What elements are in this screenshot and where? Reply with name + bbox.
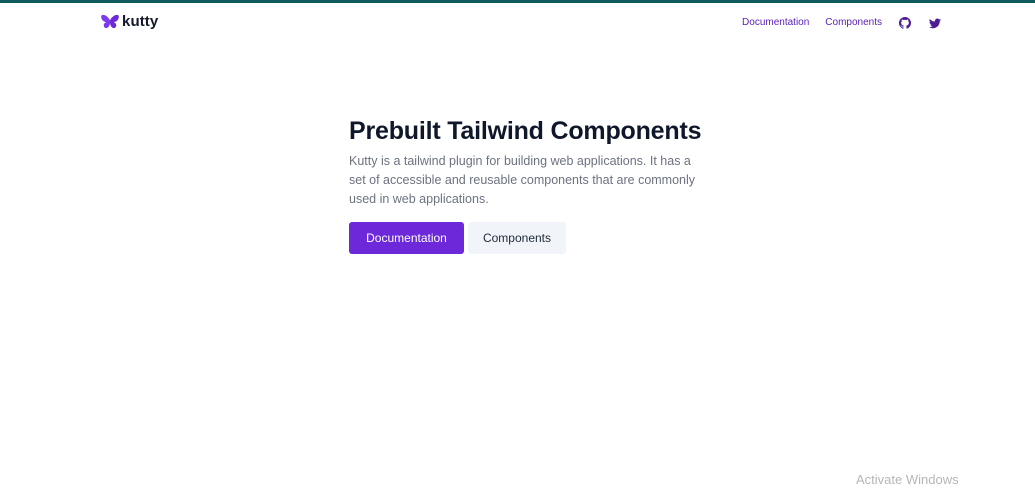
nav-link-components[interactable]: Components [825, 16, 882, 30]
components-button[interactable]: Components [468, 222, 566, 254]
butterfly-icon [101, 14, 119, 30]
brand-name: kutty [122, 13, 159, 30]
hero-actions: Documentation Components [349, 222, 719, 254]
top-navbar: kutty Documentation Components [0, 3, 1035, 41]
hero-description: Kutty is a tailwind plugin for building … [349, 154, 696, 206]
twitter-icon[interactable] [928, 16, 942, 30]
hero-section: Prebuilt Tailwind Components Kutty is a … [349, 115, 719, 254]
brand-logo-link[interactable]: kutty [101, 14, 158, 30]
github-icon[interactable] [898, 16, 912, 30]
documentation-button[interactable]: Documentation [349, 222, 464, 254]
activate-windows-watermark: Activate Windows [856, 472, 959, 487]
nav-link-documentation[interactable]: Documentation [742, 16, 809, 30]
hero-title: Prebuilt Tailwind Components [349, 117, 702, 145]
nav-links: Documentation Components [742, 16, 942, 30]
